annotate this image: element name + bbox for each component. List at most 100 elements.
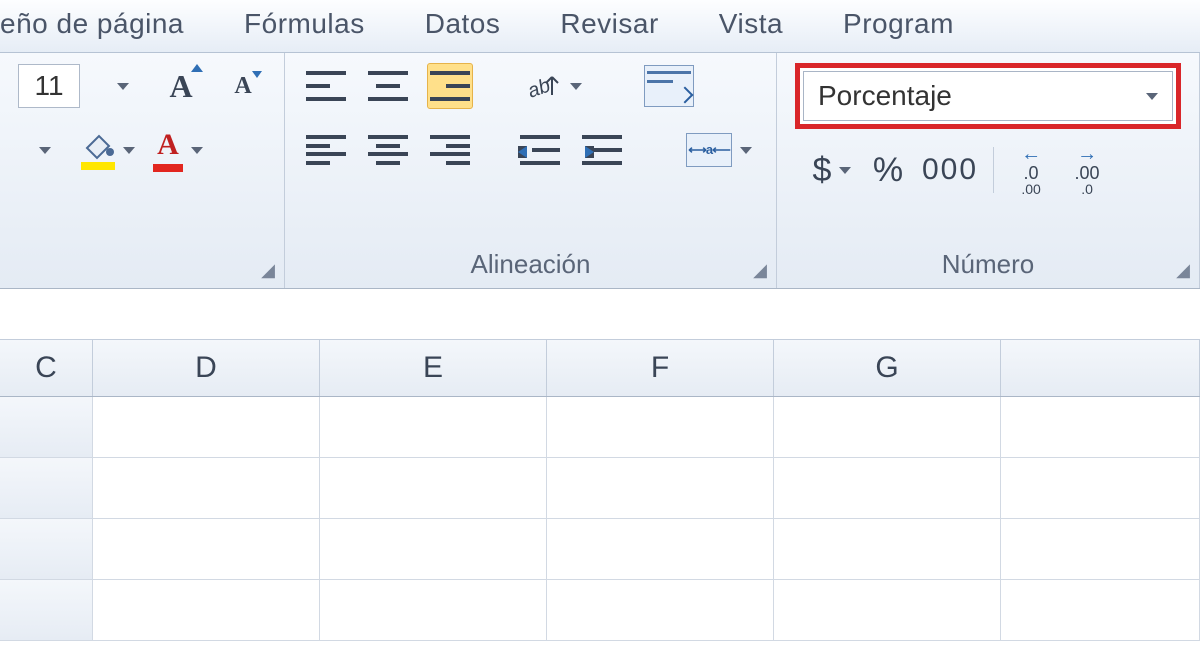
align-left-icon (306, 135, 346, 165)
font-color-swatch (153, 164, 183, 172)
worksheet: C D E F G (0, 340, 1200, 641)
increase-decimal-icon: ←.0.00 (1021, 144, 1041, 196)
cell[interactable] (547, 458, 774, 518)
cell[interactable] (320, 397, 547, 457)
cell[interactable] (320, 458, 547, 518)
align-top-button[interactable] (303, 63, 349, 109)
cell[interactable] (0, 519, 93, 579)
font-dialog-launcher[interactable]: ◢ (258, 260, 278, 280)
column-header[interactable]: D (93, 340, 320, 396)
number-format-dropdown[interactable]: Porcentaje (803, 71, 1173, 121)
column-header[interactable]: E (320, 340, 547, 396)
cell[interactable] (93, 519, 320, 579)
tab-revisar[interactable]: Revisar (540, 0, 698, 52)
orientation-icon: ab (524, 69, 562, 103)
align-top-icon (306, 71, 346, 101)
chevron-down-icon (1146, 93, 1158, 100)
align-center-icon (368, 135, 408, 165)
merge-center-button[interactable]: ⟷a⟵ (685, 127, 753, 173)
number-dialog-launcher[interactable]: ◢ (1173, 260, 1193, 280)
decrease-indent-icon (520, 135, 560, 165)
decrease-font-icon: A (234, 73, 251, 100)
group-fuente: 11 A A A (0, 53, 285, 288)
number-format-highlight: Porcentaje (795, 63, 1181, 129)
cell[interactable] (93, 580, 320, 640)
cell[interactable] (774, 458, 1001, 518)
font-color-button[interactable]: A (152, 127, 204, 173)
table-row (0, 458, 1200, 519)
align-center-button[interactable] (365, 127, 411, 173)
cell[interactable] (320, 580, 547, 640)
align-middle-button[interactable] (365, 63, 411, 109)
alignment-dialog-launcher[interactable]: ◢ (750, 260, 770, 280)
decrease-decimal-button[interactable]: →.00.0 (1064, 147, 1110, 193)
font-size-input[interactable]: 11 (18, 64, 80, 108)
percent-icon: % (873, 151, 903, 190)
fill-color-swatch (81, 162, 115, 170)
align-right-button[interactable] (427, 127, 473, 173)
tab-diseno-pagina[interactable]: eño de página (0, 0, 224, 52)
font-color-icon: A (157, 128, 179, 162)
table-row (0, 580, 1200, 641)
cell[interactable] (0, 580, 93, 640)
merge-cells-icon: ⟷a⟵ (686, 133, 732, 167)
column-headers: C D E F G (0, 340, 1200, 397)
group-label-fuente (18, 274, 266, 288)
cell[interactable] (1001, 458, 1200, 518)
align-left-button[interactable] (303, 127, 349, 173)
column-header[interactable] (1001, 340, 1200, 396)
increase-decimal-button[interactable]: ←.0.00 (1008, 147, 1054, 193)
column-header[interactable]: C (0, 340, 93, 396)
cell[interactable] (547, 397, 774, 457)
cell[interactable] (1001, 580, 1200, 640)
decrease-font-button[interactable]: A (220, 63, 266, 109)
wrap-text-button[interactable] (643, 63, 695, 109)
number-format-value: Porcentaje (818, 80, 952, 112)
ribbon-tabs: eño de página Fórmulas Datos Revisar Vis… (0, 0, 1200, 53)
comma-format-button[interactable]: 000 (921, 147, 979, 193)
cell[interactable] (0, 397, 93, 457)
ribbon: 11 A A A (0, 53, 1200, 289)
decrease-indent-button[interactable] (517, 127, 563, 173)
group-alineacion: ab ⟷a⟵ Ali (285, 53, 777, 288)
cell[interactable] (0, 458, 93, 518)
increase-indent-button[interactable] (579, 127, 625, 173)
percent-format-button[interactable]: % (865, 147, 911, 193)
column-header[interactable]: F (547, 340, 774, 396)
formula-bar-area[interactable] (0, 289, 1200, 340)
fill-color-button[interactable] (80, 127, 136, 173)
tab-vista[interactable]: Vista (699, 0, 823, 52)
currency-icon: $ (813, 151, 832, 190)
cell[interactable] (547, 580, 774, 640)
tab-formulas[interactable]: Fórmulas (224, 0, 405, 52)
accounting-format-button[interactable]: $ (809, 147, 855, 193)
align-middle-icon (368, 71, 408, 101)
align-bottom-button[interactable] (427, 63, 473, 109)
column-header[interactable]: G (774, 340, 1001, 396)
tab-datos[interactable]: Datos (405, 0, 541, 52)
group-numero: Porcentaje $ % 000 ←.0.00 →.00.0 Número … (777, 53, 1200, 288)
orientation-button[interactable]: ab (523, 63, 583, 109)
tab-programador[interactable]: Program (823, 0, 994, 52)
cell[interactable] (93, 458, 320, 518)
border-dropdown[interactable] (18, 127, 64, 173)
cell[interactable] (774, 580, 1001, 640)
cell[interactable] (93, 397, 320, 457)
paint-bucket-icon (81, 130, 115, 160)
cell[interactable] (1001, 519, 1200, 579)
cell[interactable] (320, 519, 547, 579)
group-label-numero: Número (795, 243, 1181, 288)
group-label-alineacion: Alineación (303, 243, 758, 288)
thousands-icon: 000 (922, 153, 978, 187)
table-row (0, 397, 1200, 458)
cell[interactable] (774, 397, 1001, 457)
increase-indent-icon (582, 135, 622, 165)
cell[interactable] (547, 519, 774, 579)
wrap-text-icon (644, 65, 694, 107)
align-right-icon (430, 135, 470, 165)
font-size-dropdown[interactable] (96, 63, 142, 109)
table-row (0, 519, 1200, 580)
cell[interactable] (774, 519, 1001, 579)
cell[interactable] (1001, 397, 1200, 457)
increase-font-button[interactable]: A (158, 63, 204, 109)
